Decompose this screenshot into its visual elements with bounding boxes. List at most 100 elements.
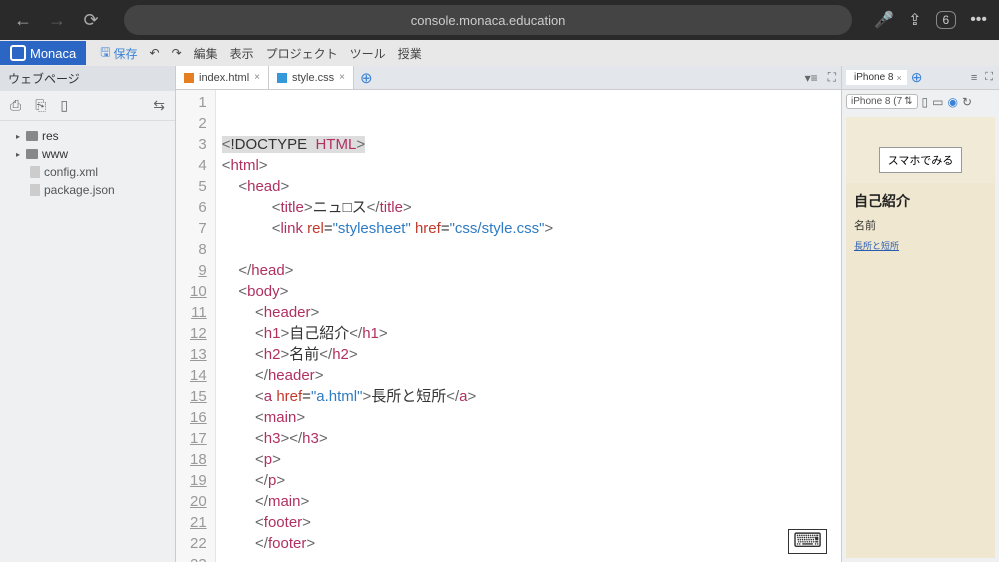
code-line[interactable]: </head> xyxy=(222,260,835,281)
code-line[interactable]: </main> xyxy=(222,491,835,512)
code-line[interactable] xyxy=(222,239,835,260)
sidebar-icon-2[interactable]: ⎘ xyxy=(35,97,46,114)
tree-file[interactable]: package.json xyxy=(4,181,171,199)
line-number: 12 xyxy=(190,323,207,344)
line-number: 22 xyxy=(190,533,207,554)
tree-file[interactable]: config.xml xyxy=(4,163,171,181)
preview-refresh-icon[interactable]: ↻ xyxy=(962,95,972,109)
share-icon[interactable]: ⇪ xyxy=(908,10,921,30)
line-number: 9 xyxy=(190,260,207,281)
sidebar-title: ウェブページ xyxy=(0,66,175,91)
code-line[interactable]: </header> xyxy=(222,365,835,386)
browser-toolbar: ← → ⟳ console.monaca.education 🎤 ⇪ 6 ••• xyxy=(0,0,999,40)
more-icon[interactable]: ••• xyxy=(970,11,987,29)
keyboard-icon[interactable]: ⌨ xyxy=(788,529,827,554)
line-number: 6 xyxy=(190,197,207,218)
code-line[interactable]: </footer> xyxy=(222,533,835,554)
menu-project[interactable]: プロジェクト xyxy=(266,45,338,62)
brand-logo: Monaca xyxy=(0,41,86,65)
code-line[interactable]: <h1>自己紹介</h1> xyxy=(222,323,835,344)
preview-settings-icon[interactable]: ◉ xyxy=(948,95,958,109)
tab-expand-icon[interactable]: ⛶ xyxy=(823,70,841,85)
line-number: 8 xyxy=(190,239,207,260)
menu-lesson[interactable]: 授業 xyxy=(398,45,422,62)
smartphone-view-button[interactable]: スマホでみる xyxy=(879,147,963,173)
code-line[interactable]: <head> xyxy=(222,176,835,197)
line-number: 19 xyxy=(190,470,207,491)
css-file-icon xyxy=(277,73,287,83)
file-tree: reswwwconfig.xmlpackage.json xyxy=(0,121,175,205)
editor-tabs: index.html× style.css× ⊕ ▾≡ ⛶ xyxy=(176,66,841,90)
save-button[interactable]: 保存 xyxy=(100,43,137,64)
line-number: 3 xyxy=(190,134,207,155)
editor-area: index.html× style.css× ⊕ ▾≡ ⛶ 1234567891… xyxy=(176,66,841,562)
preview-content: 自己紹介 名前 長所と短所 xyxy=(846,183,995,558)
chevron-updown-icon: ⇅ xyxy=(904,96,912,107)
code-line[interactable]: <!DOCTYPE HTML> xyxy=(222,134,835,155)
mic-icon[interactable]: 🎤 xyxy=(874,10,894,30)
code-line[interactable]: <body> xyxy=(222,281,835,302)
line-number: 21 xyxy=(190,512,207,533)
line-number: 10 xyxy=(190,281,207,302)
close-icon[interactable]: × xyxy=(254,72,260,83)
html-file-icon xyxy=(184,73,194,83)
tree-folder[interactable]: res xyxy=(4,127,171,145)
redo-button[interactable]: ↷ xyxy=(172,46,182,60)
menu-edit[interactable]: 編集 xyxy=(194,45,218,62)
code-line[interactable]: <h2>名前</h2> xyxy=(222,344,835,365)
code-line[interactable]: <h3></h3> xyxy=(222,428,835,449)
tab-split-icon[interactable]: ▾≡ xyxy=(800,71,823,85)
line-number: 13 xyxy=(190,344,207,365)
code-lines[interactable]: <!DOCTYPE HTML><html> <head> <title>ニュ□ス… xyxy=(216,90,841,562)
line-number: 11 xyxy=(190,302,207,323)
add-tab-button[interactable]: ⊕ xyxy=(354,69,379,87)
preview-panel: iPhone 8× ⊕ ≡ ⛶ iPhone 8 (7⇅ ▯ ▭ ◉ ↻ スマホ… xyxy=(841,66,999,562)
undo-button[interactable]: ↶ xyxy=(150,46,160,60)
preview-expand-icon[interactable]: ⛶ xyxy=(983,71,995,84)
orientation-landscape-icon[interactable]: ▭ xyxy=(932,95,943,109)
reload-button[interactable]: ⟳ xyxy=(80,10,102,31)
code-line[interactable]: <link rel="stylesheet" href="css/style.c… xyxy=(222,218,835,239)
tab-style-css[interactable]: style.css× xyxy=(269,66,354,89)
preview-tab[interactable]: iPhone 8× xyxy=(846,70,907,85)
code-line[interactable]: <header> xyxy=(222,302,835,323)
device-selector[interactable]: iPhone 8 (7⇅ xyxy=(846,94,918,109)
menu-tool[interactable]: ツール xyxy=(350,45,386,62)
tab-index-html[interactable]: index.html× xyxy=(176,66,269,89)
preview-split-icon[interactable]: ≡ xyxy=(969,72,979,84)
sidebar: ウェブページ ⎙ ⎘ ▯ ⇆ reswwwconfig.xmlpackage.j… xyxy=(0,66,176,562)
code-line[interactable]: <footer> xyxy=(222,512,835,533)
orientation-portrait-icon[interactable]: ▯ xyxy=(922,95,929,109)
tabs-count[interactable]: 6 xyxy=(936,11,957,29)
add-preview-button[interactable]: ⊕ xyxy=(911,69,923,86)
menu-view[interactable]: 表示 xyxy=(230,45,254,62)
sidebar-icon-collapse[interactable]: ⇆ xyxy=(153,97,165,114)
sidebar-icon-3[interactable]: ▯ xyxy=(60,97,68,114)
close-icon[interactable]: × xyxy=(339,72,345,83)
app-menubar: Monaca 保存 ↶ ↷ 編集 表示 プロジェクト ツール 授業 xyxy=(0,40,999,66)
preview-h2: 名前 xyxy=(854,217,987,233)
line-number: 20 xyxy=(190,491,207,512)
code-line[interactable] xyxy=(222,554,835,562)
tree-folder[interactable]: www xyxy=(4,145,171,163)
code-line[interactable]: <a href="a.html">長所と短所</a> xyxy=(222,386,835,407)
back-button[interactable]: ← xyxy=(12,10,34,31)
preview-h1: 自己紹介 xyxy=(854,191,987,211)
folder-icon xyxy=(26,131,38,141)
line-number: 18 xyxy=(190,449,207,470)
preview-link[interactable]: 長所と短所 xyxy=(854,241,899,251)
file-icon xyxy=(30,166,40,178)
close-icon[interactable]: × xyxy=(896,73,901,83)
forward-button[interactable]: → xyxy=(46,10,68,31)
line-number: 7 xyxy=(190,218,207,239)
url-bar[interactable]: console.monaca.education xyxy=(124,5,852,35)
line-number: 2 xyxy=(190,113,207,134)
code-line[interactable]: <title>ニュ□ス</title> xyxy=(222,197,835,218)
line-number: 23 xyxy=(190,554,207,562)
code-line[interactable]: </p> xyxy=(222,470,835,491)
code-line[interactable]: <html> xyxy=(222,155,835,176)
code-line[interactable]: <p> xyxy=(222,449,835,470)
code-editor[interactable]: 1234567891011121314151617181920212223 <!… xyxy=(176,90,841,562)
sidebar-icon-1[interactable]: ⎙ xyxy=(10,97,21,114)
code-line[interactable]: <main> xyxy=(222,407,835,428)
